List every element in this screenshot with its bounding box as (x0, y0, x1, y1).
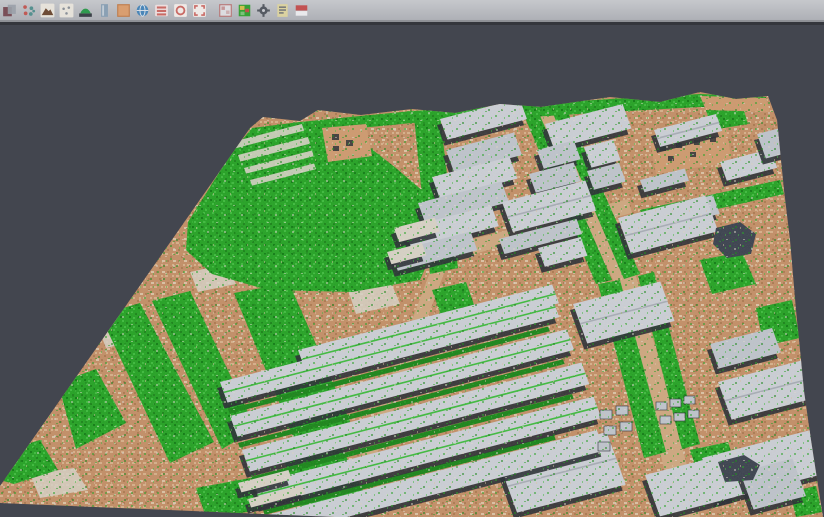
region-box-icon[interactable] (192, 3, 207, 18)
3d-viewport[interactable] (0, 22, 824, 517)
crop-grid-icon[interactable] (218, 3, 233, 18)
dense-cloud-icon[interactable] (40, 3, 55, 18)
align-points-icon[interactable] (21, 3, 36, 18)
classify-map-icon[interactable] (237, 3, 252, 18)
sparse-points-icon[interactable] (59, 3, 74, 18)
orthomosaic-icon[interactable] (116, 3, 131, 18)
layers-icon[interactable] (154, 3, 169, 18)
report-icon[interactable] (275, 3, 290, 18)
toolbar (0, 0, 824, 20)
export-flag-icon[interactable] (294, 3, 309, 18)
build-mesh-icon[interactable] (78, 3, 93, 18)
globe-icon[interactable] (135, 3, 150, 18)
settings-gear-icon[interactable] (256, 3, 271, 18)
texture-icon[interactable] (97, 3, 112, 18)
add-photos-icon[interactable] (2, 3, 17, 18)
marker-target-icon[interactable] (173, 3, 188, 18)
point-cloud-scene[interactable] (0, 22, 824, 517)
